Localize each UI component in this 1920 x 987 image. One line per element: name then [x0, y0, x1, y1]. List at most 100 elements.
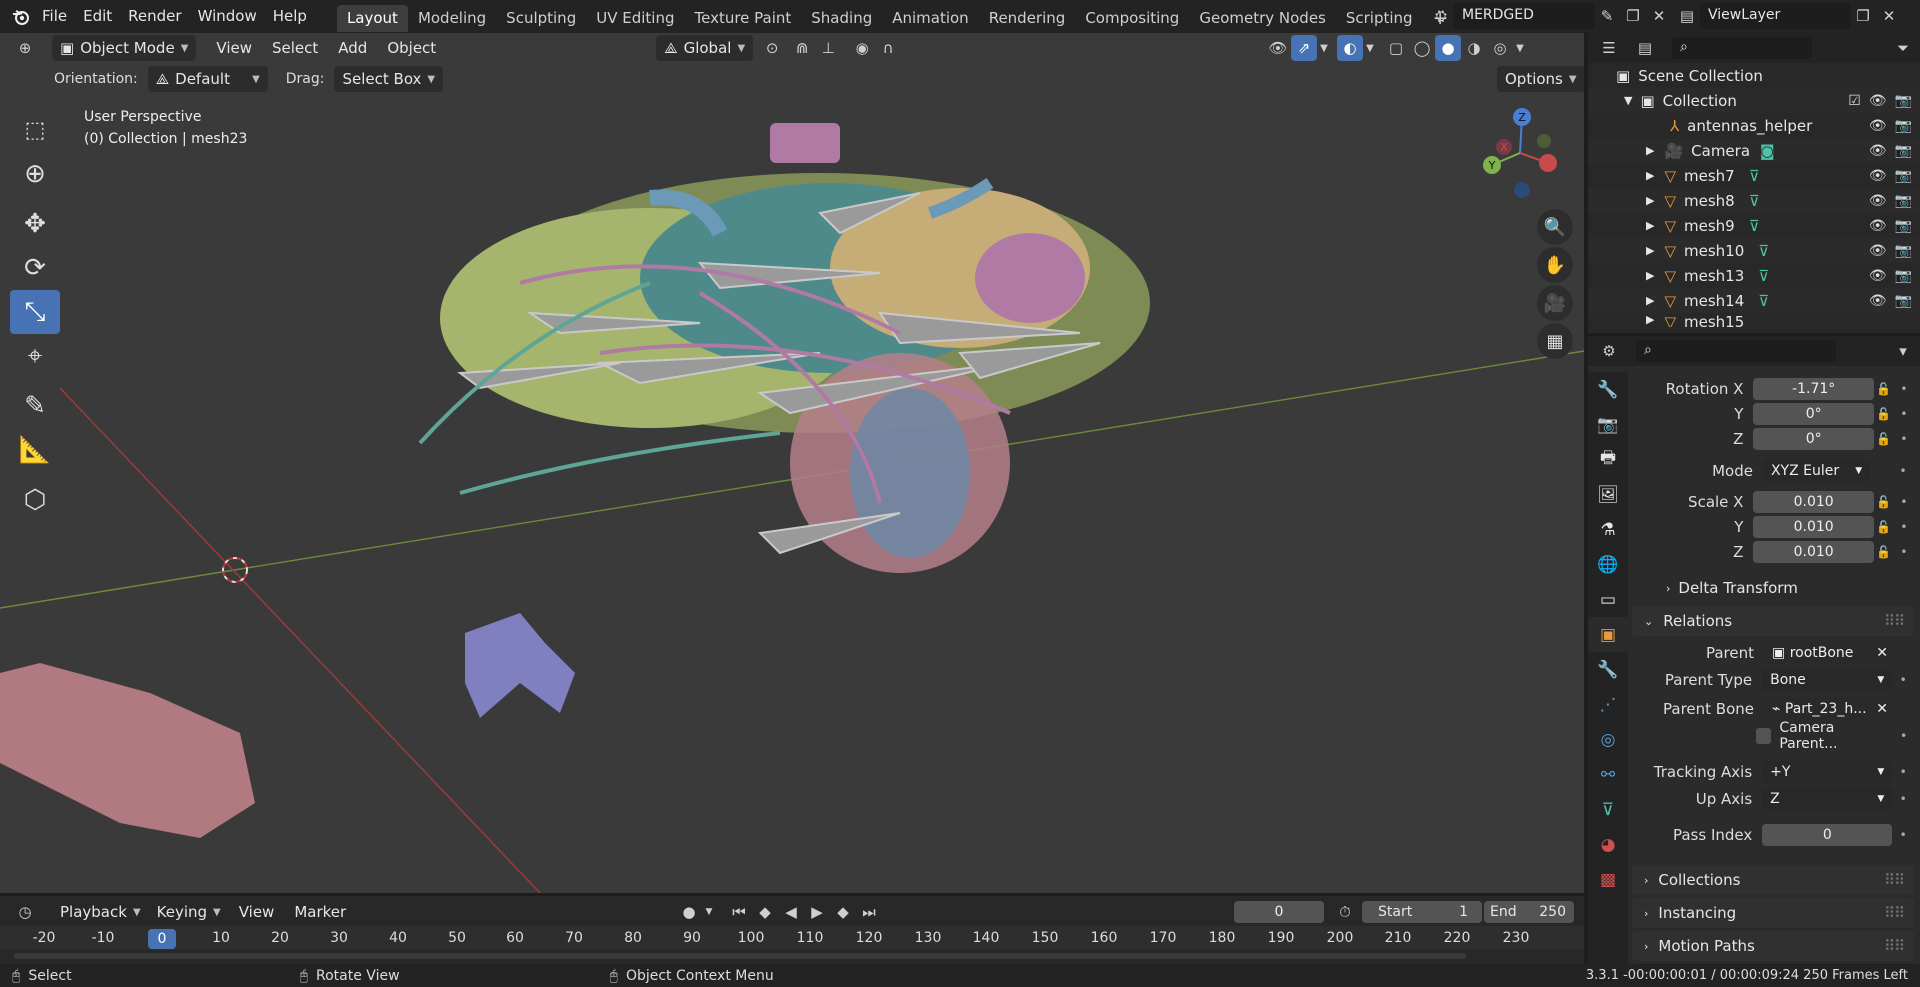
render-camera-icon[interactable]: 📷 [1895, 218, 1912, 234]
collection-tab-icon[interactable]: ▭ [1588, 582, 1628, 617]
tab-texture-paint[interactable]: Texture Paint [684, 5, 801, 32]
menu-render[interactable]: Render [120, 0, 189, 33]
render-camera-icon[interactable]: 📷 [1895, 93, 1912, 109]
keyframe-dot-icon[interactable]: • [1894, 407, 1914, 421]
rotation-mode-dropdown[interactable]: XYZ Euler ▼ [1762, 459, 1871, 482]
material-tab-icon[interactable]: ◕ [1588, 827, 1628, 862]
pivot-icon[interactable]: ⊙ [759, 35, 785, 61]
tab-geometry-nodes[interactable]: Geometry Nodes [1189, 5, 1336, 32]
expand-arrow-icon[interactable]: ▶ [1646, 244, 1654, 257]
expand-arrow-icon[interactable]: ▶ [1646, 313, 1654, 326]
viewport-scene[interactable] [0, 33, 1584, 893]
new-scene-icon[interactable]: ❐ [1620, 3, 1646, 29]
rotation-x-field[interactable]: -1.71° [1753, 377, 1874, 400]
visibility-icon[interactable]: 👁 [1265, 35, 1291, 61]
snap-target-icon[interactable]: ⊥ [815, 35, 841, 61]
current-frame-indicator[interactable]: 0 [148, 929, 176, 949]
render-camera-icon[interactable]: 📷 [1895, 243, 1912, 259]
tab-sculpting[interactable]: Sculpting [496, 5, 586, 32]
world-tab-icon[interactable]: 🌐 [1588, 547, 1628, 582]
eye-icon[interactable]: 👁 [1869, 93, 1887, 109]
instancing-panel-header[interactable]: › Instancing ⠿⠿ [1632, 898, 1914, 928]
gizmo-toggle-icon[interactable]: ⇗ [1291, 35, 1317, 61]
outliner-item-mesh10[interactable]: ▶ ▽ mesh10 ⊽ 👁 📷 [1588, 238, 1920, 263]
menu-file[interactable]: File [34, 0, 75, 33]
current-frame-field[interactable]: 0 [1234, 901, 1324, 923]
3d-viewport[interactable]: ⊕ ▣ Object Mode ▼ View Select Add Object… [0, 33, 1584, 893]
keyframe-dot-icon[interactable]: • [1892, 792, 1914, 806]
lock-icon[interactable]: 🔓 [1874, 520, 1894, 534]
expand-arrow-icon[interactable]: ▶ [1646, 144, 1654, 157]
wireframe-shading-icon[interactable]: ◯ [1409, 35, 1435, 61]
navigation-gizmo[interactable]: Z X Y [1470, 105, 1570, 205]
delta-transform-subpanel[interactable]: › Delta Transform [1666, 579, 1798, 597]
outliner-item-mesh14[interactable]: ▶ ▽ mesh14 ⊽ 👁 📷 [1588, 288, 1920, 313]
render-camera-icon[interactable]: 📷 [1895, 293, 1912, 309]
expand-arrow-icon[interactable]: ▶ [1646, 269, 1654, 282]
render-camera-icon[interactable]: 📷 [1895, 193, 1912, 209]
keyframe-dot-icon[interactable]: • [1892, 765, 1914, 779]
jump-start-icon[interactable]: ⏮ [726, 899, 752, 925]
timeline-scrollbar[interactable] [14, 953, 1466, 959]
proportional-edit-icon[interactable]: ◉ [849, 35, 875, 61]
timeline-editor-type-icon[interactable]: ◷ [12, 899, 38, 925]
drag-handle-icon[interactable]: ⠿⠿ [1884, 904, 1905, 922]
keyframe-dot-icon[interactable]: • [1894, 520, 1914, 534]
texture-tab-icon[interactable]: ▩ [1588, 862, 1628, 897]
display-mode-icon[interactable]: ▤ [1632, 35, 1658, 61]
outliner-item-camera[interactable]: ▶ 🎥 Camera ◙ 👁 📷 [1588, 138, 1920, 163]
modifier-tab-icon[interactable]: 🔧 [1588, 652, 1628, 687]
render-camera-icon[interactable]: 📷 [1895, 118, 1912, 134]
scale-tool-icon[interactable]: ⤡ [10, 290, 60, 334]
render-camera-icon[interactable]: 📷 [1895, 168, 1912, 184]
scene-icon[interactable]: ⛭ [1428, 3, 1454, 29]
tab-modeling[interactable]: Modeling [408, 5, 496, 32]
drag-handle-icon[interactable]: ⠿⠿ [1884, 937, 1905, 955]
tool-tab-icon[interactable]: 🔧 [1588, 372, 1628, 407]
expand-arrow-icon[interactable]: ▼ [1624, 94, 1632, 107]
delete-viewlayer-icon[interactable]: ✕ [1876, 3, 1902, 29]
material-shading-icon[interactable]: ◑ [1461, 35, 1487, 61]
eye-icon[interactable]: 👁 [1869, 143, 1887, 159]
rotate-tool-icon[interactable]: ⟳ [10, 246, 60, 290]
eye-icon[interactable]: 👁 [1869, 243, 1887, 259]
properties-options-icon[interactable]: ▾ [1890, 338, 1916, 364]
menu-help[interactable]: Help [265, 0, 315, 33]
eye-icon[interactable]: 👁 [1869, 168, 1887, 184]
frame-ruler[interactable]: -20 -10 0 10 20 30 40 50 60 70 80 90 100… [0, 926, 1584, 950]
lock-icon[interactable]: 🔓 [1874, 407, 1894, 421]
menu-window[interactable]: Window [190, 0, 265, 33]
keyframe-dot-icon[interactable]: • [1894, 495, 1914, 509]
lock-icon[interactable]: 🔓 [1874, 495, 1894, 509]
menu-select[interactable]: Select [262, 39, 328, 57]
menu-edit[interactable]: Edit [75, 0, 120, 33]
menu-view[interactable]: View [206, 39, 262, 57]
render-tab-icon[interactable]: 📷 [1588, 407, 1628, 442]
parent-bone-field[interactable]: ⌁ Part_23_h... ✕ [1764, 697, 1896, 720]
rendered-shading-icon[interactable]: ◎ [1487, 35, 1513, 61]
properties-editor-type-icon[interactable]: ⚙ [1596, 338, 1622, 364]
snap-icon[interactable]: ⋒ [789, 35, 815, 61]
overlay-dropdown-icon[interactable]: ▼ [1363, 35, 1377, 61]
jump-end-icon[interactable]: ⏭ [856, 899, 882, 925]
data-tab-icon[interactable]: ⊽ [1588, 792, 1628, 827]
parent-type-dropdown[interactable]: Bone ▼ [1762, 668, 1893, 691]
scene-name-field[interactable]: MERDGED [1454, 3, 1594, 29]
next-keyframe-icon[interactable]: ◆ [830, 899, 856, 925]
transform-tool-icon[interactable]: ⌖ [10, 334, 60, 378]
expand-arrow-icon[interactable]: ▶ [1646, 219, 1654, 232]
relations-panel-header[interactable]: ⌄ Relations ⠿⠿ [1632, 606, 1914, 636]
parent-field[interactable]: ▣ rootBone ✕ [1764, 641, 1896, 664]
render-camera-icon[interactable]: 📷 [1895, 143, 1912, 159]
transform-orientation-dropdown[interactable]: ⟁ Global ▼ [656, 35, 754, 61]
new-viewlayer-icon[interactable]: ❐ [1850, 3, 1876, 29]
orientation-setting-dropdown[interactable]: ⟁ Default ▼ [147, 66, 268, 92]
cursor-tool-icon[interactable]: ⊕ [10, 152, 60, 196]
outliner-item-mesh15[interactable]: ▶ ▽ mesh15 [1588, 313, 1920, 327]
keyframe-dot-icon[interactable]: • [1893, 729, 1914, 743]
camera-view-icon[interactable]: 🎥 [1537, 285, 1573, 321]
delete-scene-icon[interactable]: ✕ [1646, 3, 1672, 29]
play-reverse-icon[interactable]: ◀ [778, 899, 804, 925]
keyframe-dot-icon[interactable]: • [1892, 828, 1914, 842]
start-frame-field[interactable]: Start 1 [1362, 901, 1482, 923]
